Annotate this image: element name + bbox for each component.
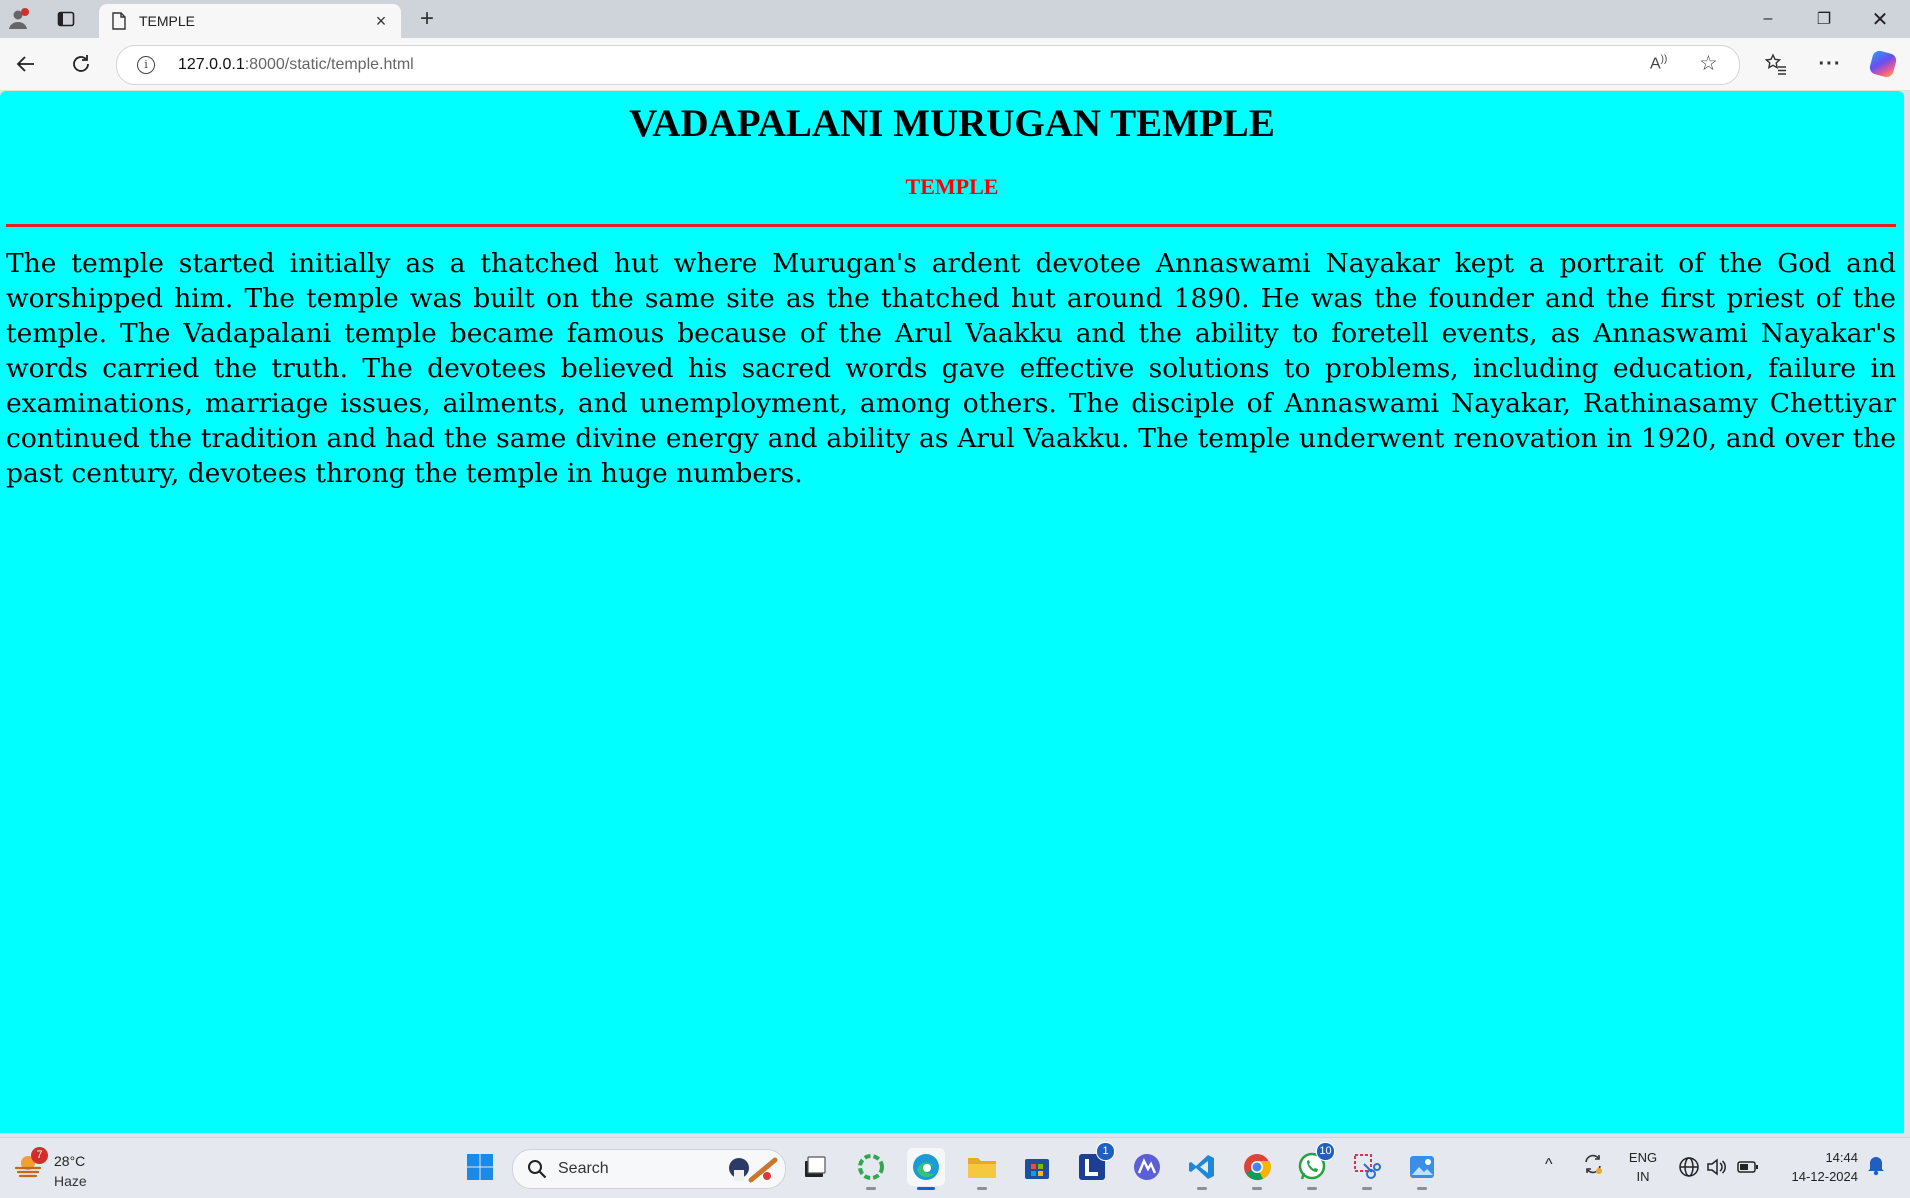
back-button[interactable] bbox=[12, 50, 40, 78]
back-icon bbox=[16, 56, 34, 72]
search-icon bbox=[528, 1160, 547, 1179]
favorites-icon bbox=[1765, 53, 1786, 75]
page-subtitle: TEMPLE bbox=[905, 174, 999, 199]
weather-badge: 7 bbox=[31, 1147, 48, 1164]
task-view-button[interactable] bbox=[796, 1148, 834, 1186]
whatsapp-badge: 10 bbox=[1316, 1142, 1335, 1161]
temple-description: The temple started initially as a thatch… bbox=[6, 248, 1896, 489]
weather-condition: Haze bbox=[54, 1173, 87, 1189]
taskbar-search[interactable]: Search bbox=[512, 1149, 786, 1189]
volume-icon[interactable] bbox=[1705, 1156, 1727, 1183]
clock-time: 14:44 bbox=[1825, 1150, 1858, 1165]
weather-widget[interactable]: 7 28°C Haze bbox=[10, 1147, 90, 1191]
tab-actions-icon[interactable] bbox=[54, 7, 78, 31]
address-bar[interactable]: i 127.0.0.1:8000/static/temple.html A)) … bbox=[116, 45, 1740, 85]
tab-strip: TEMPLE × + – ❐ ✕ bbox=[0, 0, 1910, 38]
favorites-button[interactable] bbox=[1762, 50, 1790, 78]
copilot-icon[interactable] bbox=[1868, 49, 1898, 79]
folder-icon bbox=[968, 1158, 996, 1178]
snipping-tool-button[interactable] bbox=[1348, 1148, 1386, 1190]
edge-icon bbox=[913, 1154, 939, 1180]
taskbar: 7 28°C Haze Search 1 10 ^ ENG IN 14:44 1… bbox=[0, 1137, 1910, 1198]
reload-icon bbox=[73, 55, 89, 72]
whatsapp-button[interactable]: 10 bbox=[1293, 1142, 1335, 1190]
windows-icon bbox=[467, 1154, 493, 1180]
task-view-icon bbox=[805, 1156, 826, 1177]
tab-close-icon[interactable]: × bbox=[371, 11, 391, 32]
read-aloud-icon[interactable]: A)) bbox=[1650, 54, 1667, 73]
chrome-icon bbox=[1244, 1154, 1271, 1181]
restore-button[interactable]: ❐ bbox=[1796, 0, 1852, 38]
tab-temple[interactable]: TEMPLE × bbox=[99, 4, 401, 38]
file-explorer-button[interactable] bbox=[963, 1148, 1001, 1190]
photos-button[interactable] bbox=[1403, 1148, 1441, 1190]
minimize-button[interactable]: – bbox=[1740, 0, 1796, 38]
close-window-button[interactable]: ✕ bbox=[1852, 0, 1908, 38]
cricket-highlight-icon bbox=[729, 1157, 778, 1183]
tray-overflow-icon[interactable]: ^ bbox=[1545, 1156, 1553, 1174]
new-tab-button[interactable]: + bbox=[415, 5, 439, 32]
profile-icon[interactable] bbox=[6, 7, 30, 31]
store-button[interactable] bbox=[1018, 1148, 1056, 1186]
l-app-badge: 1 bbox=[1096, 1142, 1115, 1161]
language-indicator[interactable]: ENG IN bbox=[1626, 1148, 1660, 1186]
tab-title: TEMPLE bbox=[139, 13, 196, 29]
vscode-button[interactable] bbox=[1183, 1148, 1221, 1190]
chrome-button[interactable] bbox=[1238, 1148, 1276, 1190]
clock-date: 14-12-2024 bbox=[1791, 1169, 1859, 1184]
photos-icon bbox=[1410, 1156, 1434, 1178]
sync-icon[interactable] bbox=[1582, 1152, 1604, 1181]
page-icon bbox=[112, 12, 126, 30]
divider bbox=[6, 224, 1896, 227]
notification-bell-icon[interactable] bbox=[1866, 1154, 1886, 1181]
info-icon[interactable]: i bbox=[137, 56, 155, 74]
favorite-star-icon[interactable]: ☆ bbox=[1699, 51, 1718, 76]
a-app-icon bbox=[1134, 1154, 1160, 1180]
more-icon[interactable]: ··· bbox=[1816, 50, 1844, 78]
vscode-icon bbox=[1189, 1155, 1214, 1179]
weather-temp: 28°C bbox=[54, 1153, 86, 1169]
edge-button[interactable] bbox=[907, 1148, 945, 1190]
start-button[interactable] bbox=[461, 1148, 499, 1186]
snipping-tool-icon bbox=[1354, 1154, 1381, 1179]
store-icon bbox=[1025, 1159, 1049, 1179]
clock[interactable]: 14:44 14-12-2024 bbox=[1776, 1148, 1859, 1186]
url-text[interactable]: 127.0.0.1:8000/static/temple.html bbox=[178, 56, 414, 74]
page-viewport: VADAPALANI MURUGAN TEMPLE TEMPLE The tem… bbox=[0, 91, 1904, 1133]
ring-app-icon bbox=[858, 1154, 884, 1180]
battery-icon[interactable] bbox=[1737, 1157, 1759, 1182]
page-title: VADAPALANI MURUGAN TEMPLE bbox=[629, 102, 1275, 145]
reload-button[interactable] bbox=[67, 50, 95, 78]
l-app-button[interactable]: 1 bbox=[1073, 1142, 1115, 1186]
copilot-app-button[interactable] bbox=[852, 1148, 890, 1190]
browser-toolbar: i 127.0.0.1:8000/static/temple.html A)) … bbox=[0, 38, 1910, 91]
a-app-button[interactable] bbox=[1128, 1148, 1166, 1186]
network-icon[interactable] bbox=[1678, 1156, 1700, 1183]
search-label: Search bbox=[558, 1160, 609, 1177]
